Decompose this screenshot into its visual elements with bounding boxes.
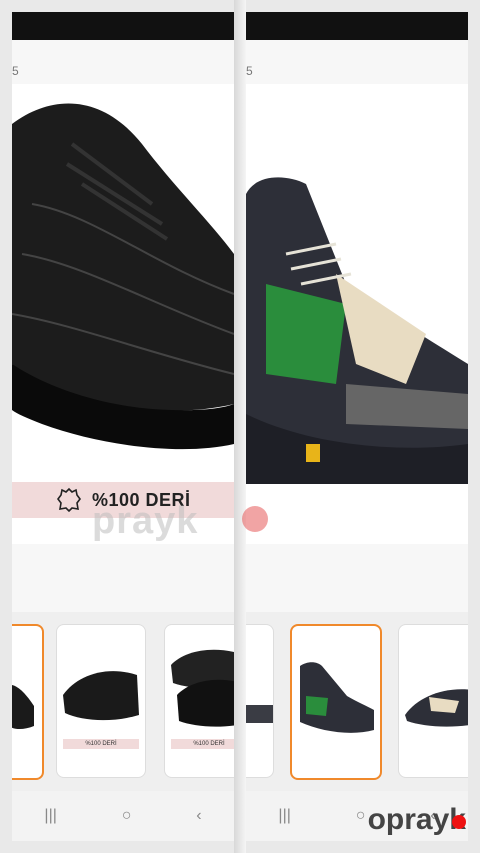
status-bar — [12, 12, 234, 40]
home-button[interactable]: ○ — [356, 807, 366, 825]
brand-red-dot — [452, 815, 466, 829]
right-screen: 5 ||| ○ ‹ — [246, 12, 468, 841]
dress-shoe-pair-thumb-icon — [171, 649, 234, 727]
dress-shoe-thumb-icon — [63, 671, 139, 721]
status-bar — [246, 12, 468, 40]
thumb-badge: %100 DERİ — [171, 739, 234, 749]
recent-apps-button[interactable]: ||| — [44, 807, 56, 825]
sneaker-illustration — [246, 177, 468, 484]
left-screen: 5 %100 DERİ %100 DERİ %100 DERİ ||| ○ ‹ — [12, 12, 234, 841]
thumbnail-strip: %100 DERİ %100 DERİ — [12, 612, 234, 802]
thumbnail-item[interactable] — [12, 624, 44, 780]
watermark-text: prayk — [92, 500, 199, 542]
recent-apps-button[interactable]: ||| — [278, 807, 290, 825]
watermark-dot — [242, 506, 268, 532]
navigation-bar: ||| ○ ‹ — [12, 791, 234, 841]
leather-hide-icon — [57, 487, 81, 513]
thumbnail-item[interactable] — [398, 624, 468, 778]
sneaker-thumb-icon — [405, 689, 468, 727]
panel-divider — [234, 0, 246, 853]
dress-shoe-thumb-icon — [12, 685, 34, 729]
page-indicator: 5 — [246, 64, 253, 78]
dress-shoe-illustration — [12, 103, 234, 450]
thumbnail-item[interactable]: %100 DERİ — [56, 624, 146, 778]
product-image-sneaker[interactable] — [246, 84, 468, 544]
thumbnail-item[interactable] — [246, 624, 274, 778]
thumbnail-strip — [246, 612, 468, 802]
page-indicator: 5 — [12, 64, 19, 78]
back-button[interactable]: ‹ — [196, 807, 201, 825]
thumbnail-item[interactable]: %100 DERİ — [164, 624, 234, 778]
home-button[interactable]: ○ — [122, 807, 132, 825]
product-image-dress-shoe[interactable] — [12, 84, 234, 544]
thumbnail-item[interactable] — [290, 624, 382, 780]
sneaker-thumb-icon — [300, 662, 374, 733]
thumb-badge: %100 DERİ — [63, 739, 139, 749]
sneaker-thumb-icon — [246, 705, 273, 723]
